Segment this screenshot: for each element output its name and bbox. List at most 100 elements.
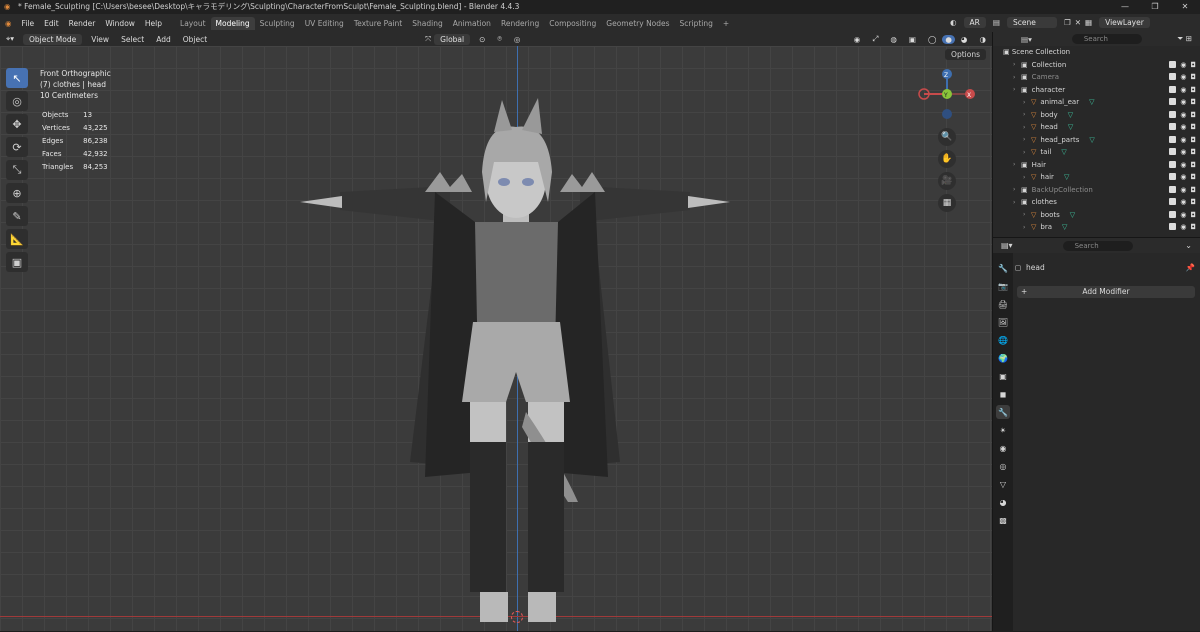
expand-icon[interactable]: › [1023, 224, 1031, 231]
outliner-row[interactable]: › ▣ character ◉ ◘ [993, 84, 1200, 97]
outliner-row[interactable]: › ▣ Camera ◉ ◘ [993, 71, 1200, 84]
exclude-checkbox[interactable] [1169, 210, 1177, 218]
3d-cursor-icon[interactable] [511, 611, 523, 623]
rotate-tool-icon[interactable]: ⟳ [6, 137, 28, 157]
eye-icon[interactable]: ◉ [1180, 161, 1186, 169]
camera-view-icon[interactable]: 🎥 [938, 172, 956, 190]
tab-geometry-nodes[interactable]: Geometry Nodes [601, 17, 674, 30]
eye-icon[interactable]: ◉ [1180, 73, 1186, 81]
cursor-tool-icon[interactable]: ◎ [6, 91, 28, 111]
camera-icon[interactable]: ◘ [1190, 73, 1196, 81]
minimize-button[interactable]: — [1110, 0, 1140, 14]
menu-help[interactable]: Help [140, 19, 167, 28]
tab-texture-paint[interactable]: Texture Paint [349, 17, 407, 30]
axis-gizmo[interactable]: Z X Y [912, 66, 982, 126]
menu-file[interactable]: File [17, 19, 40, 28]
camera-icon[interactable]: ◘ [1190, 186, 1196, 194]
new-scene-icon[interactable]: ❐ [1064, 18, 1071, 27]
add-workspace-button[interactable]: + [718, 17, 734, 30]
shading-material-icon[interactable]: ◕ [955, 35, 974, 44]
expand-icon[interactable]: › [1013, 74, 1021, 81]
exclude-checkbox[interactable] [1169, 110, 1177, 118]
pan-hand-icon[interactable]: ✋ [938, 150, 956, 168]
object-mode-dropdown[interactable]: Object Mode [23, 33, 83, 45]
outliner-row[interactable]: › ▽ bra ▽ ◉ ◘ [993, 221, 1200, 234]
tab-scripting[interactable]: Scripting [675, 17, 718, 30]
expand-icon[interactable]: › [1023, 136, 1031, 143]
expand-icon[interactable]: › [1023, 149, 1031, 156]
texture-tab-icon[interactable]: ▩ [996, 513, 1010, 527]
scene-tab-icon[interactable]: 🌐 [996, 333, 1010, 347]
add-modifier-button[interactable]: + Add Modifier [1017, 286, 1195, 298]
render-engine-icon[interactable]: ◐ [950, 18, 957, 27]
material-tab-icon[interactable]: ◕ [996, 495, 1010, 509]
visibility-icon[interactable]: ◉ [848, 35, 867, 44]
character-model[interactable] [290, 82, 750, 622]
scene-collection-row[interactable]: ▣ Scene Collection [993, 46, 1200, 59]
eye-icon[interactable]: ◉ [1180, 198, 1186, 206]
eye-icon[interactable]: ◉ [1180, 186, 1186, 194]
camera-icon[interactable]: ◘ [1190, 223, 1196, 231]
orientation-dropdown[interactable]: Global [434, 33, 471, 45]
expand-icon[interactable]: › [1013, 161, 1021, 168]
tab-shading[interactable]: Shading [407, 17, 447, 30]
constraints-tab-icon[interactable]: ◎ [996, 459, 1010, 473]
remove-scene-icon[interactable]: ✕ [1075, 18, 1081, 27]
expand-icon[interactable]: › [1023, 124, 1031, 131]
camera-icon[interactable]: ◘ [1190, 86, 1196, 94]
outliner-row[interactable]: › ▣ BackUpCollection ◉ ◘ [993, 184, 1200, 197]
gizmo-icon[interactable]: ⤢ [866, 34, 884, 44]
pin-icon[interactable]: 📌 [1186, 263, 1195, 272]
tab-compositing[interactable]: Compositing [544, 17, 601, 30]
exclude-checkbox[interactable] [1169, 173, 1177, 181]
camera-icon[interactable]: ◘ [1190, 98, 1196, 106]
camera-icon[interactable]: ◘ [1190, 173, 1196, 181]
pivot-icon[interactable]: ⊙ [473, 35, 491, 44]
tab-layout[interactable]: Layout [175, 17, 211, 30]
eye-icon[interactable]: ◉ [1180, 211, 1186, 219]
output-tab-icon[interactable]: 🖨 [996, 297, 1010, 311]
tab-animation[interactable]: Animation [448, 17, 496, 30]
modifier-tab-icon[interactable]: 🔧 [996, 405, 1010, 419]
exclude-checkbox[interactable] [1169, 148, 1177, 156]
outliner-search-input[interactable]: Search [1071, 34, 1142, 44]
view-menu[interactable]: View [85, 35, 115, 44]
viewlayer-selector[interactable]: ViewLayer [1099, 17, 1150, 28]
outliner-row[interactable]: › ▣ Collection ◉ ◘ [993, 59, 1200, 72]
world-tab-icon[interactable]: 🌍 [996, 351, 1010, 365]
move-tool-icon[interactable]: ✥ [6, 114, 28, 134]
exclude-checkbox[interactable] [1169, 223, 1177, 231]
3d-viewport[interactable]: ↖ ◎ ✥ ⟳ ⤡ ⊕ ✎ 📐 ▣ Front Orthographic (7)… [0, 46, 992, 631]
camera-icon[interactable]: ◘ [1190, 198, 1196, 206]
outliner-row[interactable]: › ▽ boots ▽ ◉ ◘ [993, 209, 1200, 222]
expand-icon[interactable]: › [1023, 174, 1031, 181]
expand-icon[interactable]: › [1013, 86, 1021, 93]
options-icon[interactable]: ⌄ [1185, 241, 1192, 250]
expand-icon[interactable]: › [1023, 111, 1031, 118]
exclude-checkbox[interactable] [1169, 98, 1177, 106]
blender-menu-icon[interactable]: ◉ [0, 19, 17, 28]
exclude-checkbox[interactable] [1169, 135, 1177, 143]
snap-icon[interactable]: ⌾ [491, 34, 508, 44]
select-box-tool-icon[interactable]: ↖ [6, 68, 28, 88]
menu-edit[interactable]: Edit [39, 19, 64, 28]
expand-icon[interactable]: › [1013, 61, 1021, 68]
tab-modeling[interactable]: Modeling [210, 16, 255, 30]
exclude-checkbox[interactable] [1169, 60, 1177, 68]
transform-tool-icon[interactable]: ⊕ [6, 183, 28, 203]
maximize-button[interactable]: ❐ [1140, 0, 1170, 14]
outliner-row[interactable]: › ▽ tail ▽ ◉ ◘ [993, 146, 1200, 159]
eye-icon[interactable]: ◉ [1180, 136, 1186, 144]
shading-rendered-icon[interactable]: ◑ [973, 35, 992, 44]
exclude-checkbox[interactable] [1169, 160, 1177, 168]
proportional-edit-icon[interactable]: ◎ [508, 35, 527, 44]
add-menu[interactable]: Add [150, 35, 177, 44]
outliner-row[interactable]: › ▽ body ▽ ◉ ◘ [993, 109, 1200, 122]
ortho-grid-icon[interactable]: ▦ [938, 194, 956, 212]
expand-icon[interactable]: › [1013, 199, 1021, 206]
menu-render[interactable]: Render [64, 19, 101, 28]
menu-window[interactable]: Window [100, 19, 140, 28]
options-dropdown[interactable]: Options [945, 49, 986, 60]
annotate-tool-icon[interactable]: ✎ [6, 206, 28, 226]
outliner-row[interactable]: › ▽ head ▽ ◉ ◘ [993, 121, 1200, 134]
